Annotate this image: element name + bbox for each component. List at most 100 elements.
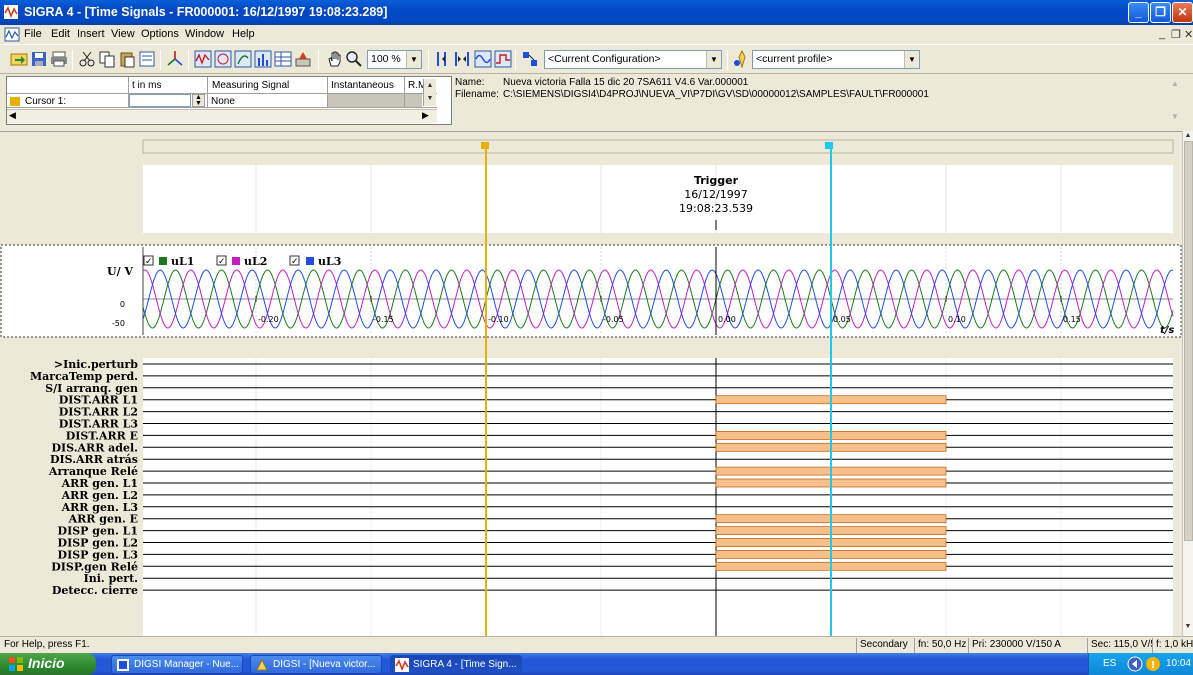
time-signals-chart[interactable]: Trigger 16/12/1997 19:08:23.539 U/ V 0 -…	[0, 132, 1182, 636]
time-spinner-icon[interactable]: ▲ ▼	[192, 94, 205, 107]
trigger-time: 19:08:23.539	[679, 202, 753, 215]
cursor1-label: Cursor 1:	[25, 96, 67, 107]
info-scroll-up-icon[interactable]: ▲	[1171, 79, 1179, 88]
save-icon[interactable]	[30, 50, 48, 68]
system-tray: ES ! 10:04	[1088, 653, 1193, 675]
menu-insert[interactable]: Insert	[77, 28, 105, 40]
legend-check-ul3: ✓	[291, 257, 299, 267]
impedance-diagram-icon[interactable]	[234, 50, 252, 68]
vector-diagram-icon[interactable]	[166, 50, 184, 68]
dropdown-arrow-icon[interactable]: ▼	[904, 51, 919, 68]
menu-help[interactable]: Help	[232, 28, 255, 40]
menu-edit[interactable]: Edit	[51, 28, 70, 40]
time-signals-icon[interactable]	[194, 50, 212, 68]
configuration-value: <Current Configuration>	[548, 53, 661, 65]
scrollbar-thumb[interactable]	[1184, 141, 1193, 541]
task-digsi[interactable]: DIGSI - [Nueva victor...	[250, 655, 382, 674]
cursor1-handle[interactable]	[481, 142, 489, 149]
sigra-window: SIGRA 4 - [Time Signals - FR000001: 16/1…	[0, 0, 1193, 675]
cut-icon[interactable]	[78, 50, 96, 68]
start-button[interactable]: Inicio	[0, 653, 96, 675]
status-mode: Secondary	[856, 638, 914, 653]
fault-locator-icon[interactable]	[294, 50, 312, 68]
toolbar-separator	[188, 50, 189, 70]
cursor-spread-icon[interactable]	[453, 50, 471, 68]
open-arrow-icon[interactable]	[10, 50, 28, 68]
header-instantaneous: Instantaneous	[331, 80, 394, 91]
name-label: Name:	[455, 77, 485, 88]
rms-view-icon[interactable]	[494, 50, 512, 68]
menu-view[interactable]: View	[111, 28, 135, 40]
circle-diagram-icon[interactable]	[214, 50, 232, 68]
cursor1-rms-value	[405, 94, 422, 107]
zoom-icon[interactable]	[345, 50, 363, 68]
legend-swatch-ul3	[306, 257, 314, 265]
x-tick-label: 0.15	[1063, 315, 1081, 324]
harmonics-icon[interactable]	[254, 50, 272, 68]
mdi-close-button[interactable]: ✕	[1184, 28, 1193, 41]
mdi-restore-button[interactable]: ❐	[1171, 28, 1181, 41]
svg-text:!: !	[1151, 660, 1156, 671]
cursor-strip[interactable]	[142, 139, 1174, 154]
profile-select[interactable]: <current profile> ▼	[752, 50, 920, 69]
windows-taskbar: Inicio DIGSI Manager - Nue... DIGSI - [N…	[0, 653, 1193, 675]
task-sigra[interactable]: SIGRA 4 - [Time Sign...	[390, 655, 522, 674]
cursor-fit-icon[interactable]	[433, 50, 451, 68]
print-icon[interactable]	[50, 50, 68, 68]
close-button[interactable]: ✕	[1172, 2, 1193, 23]
maximize-button[interactable]: ❐	[1150, 2, 1171, 23]
status-secondary: Sec: 115,0 V/5,0 A	[1087, 638, 1152, 653]
header-measuring-signal: Measuring Signal	[212, 80, 290, 91]
security-tray-icon[interactable]: !	[1145, 656, 1161, 672]
status-nominal-frequency: fn: 50,0 Hz	[914, 638, 968, 653]
cursor1-time-input[interactable]	[129, 94, 191, 107]
zoom-select[interactable]: 100 % ▼	[367, 50, 422, 69]
dropdown-arrow-icon[interactable]: ▼	[406, 51, 421, 68]
x-tick-label: -0.20	[258, 315, 279, 324]
dropdown-arrow-icon[interactable]: ▼	[706, 51, 721, 68]
main-vertical-scrollbar[interactable]: ▲ ▼	[1182, 131, 1193, 636]
trigger-date: 16/12/1997	[684, 188, 747, 201]
toolbar-separator	[318, 50, 319, 70]
hand-pan-icon[interactable]	[326, 50, 344, 68]
configuration-icon[interactable]	[521, 50, 539, 68]
wave-view-icon[interactable]	[474, 50, 492, 68]
legend-label-ul2: uL2	[244, 255, 267, 268]
status-help-text: For Help, press F1.	[4, 639, 90, 650]
cursor-table: t in ms Measuring Signal Instantaneous R…	[6, 76, 452, 125]
table-vertical-scrollbar[interactable]: ▲ ▼	[423, 79, 436, 106]
scroll-left-icon[interactable]: ◀	[9, 110, 16, 121]
mdi-minimize-button[interactable]: _	[1159, 28, 1165, 40]
title-bar[interactable]: SIGRA 4 - [Time Signals - FR000001: 16/1…	[0, 0, 1193, 25]
menu-bar: File Edit Insert View Options Window Hel…	[0, 25, 1193, 44]
cursor2-handle[interactable]	[825, 142, 833, 149]
windows-flag-icon	[9, 657, 23, 671]
task-digsi-manager[interactable]: DIGSI Manager - Nue...	[111, 655, 243, 674]
scroll-down-icon[interactable]: ▼	[1183, 623, 1193, 633]
properties-icon[interactable]	[138, 50, 156, 68]
scroll-right-icon[interactable]: ▶	[422, 110, 429, 121]
cursor1-signal: None	[211, 96, 235, 107]
document-icon[interactable]	[4, 27, 20, 42]
x-tick-label: -0.05	[603, 315, 624, 324]
minimize-button[interactable]: _	[1128, 2, 1149, 23]
info-scroll-down-icon[interactable]: ▼	[1171, 112, 1179, 121]
table-horizontal-scrollbar[interactable]: ◀ ▶	[7, 109, 437, 123]
profile-icon[interactable]	[733, 50, 751, 68]
trigger-panel	[143, 165, 1173, 233]
menu-window[interactable]: Window	[185, 28, 224, 40]
cursor1-color-swatch	[10, 97, 20, 106]
copy-icon[interactable]	[98, 50, 116, 68]
toolbar-separator	[160, 50, 161, 70]
ytick-0: 0	[120, 300, 125, 309]
menu-options[interactable]: Options	[141, 28, 179, 40]
x-tick-label: 0.10	[948, 315, 966, 324]
table-icon[interactable]	[274, 50, 292, 68]
toolbar-separator	[515, 50, 516, 70]
network-tray-icon[interactable]	[1127, 656, 1143, 672]
paste-icon[interactable]	[118, 50, 136, 68]
configuration-select[interactable]: <Current Configuration> ▼	[544, 50, 722, 69]
menu-file[interactable]: File	[24, 28, 42, 40]
language-indicator[interactable]: ES	[1103, 658, 1116, 669]
digsi-manager-icon	[117, 659, 129, 671]
